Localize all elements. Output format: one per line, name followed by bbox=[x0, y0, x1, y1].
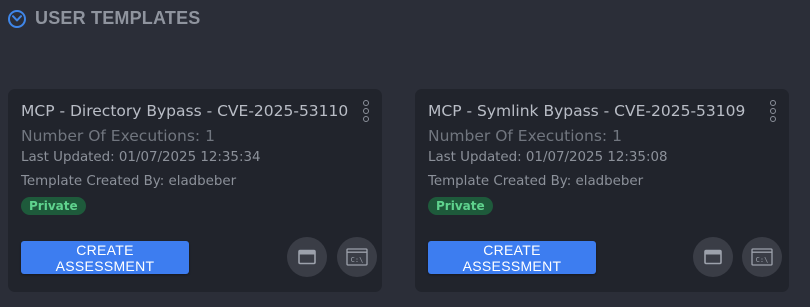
chevron-down-icon[interactable] bbox=[8, 9, 26, 28]
last-updated: Last Updated: 01/07/2025 12:35:08 bbox=[428, 150, 668, 165]
last-updated: Last Updated: 01/07/2025 12:35:34 bbox=[21, 150, 261, 165]
created-by: Template Created By: eladbeber bbox=[428, 174, 644, 189]
more-options-icon[interactable] bbox=[769, 100, 777, 122]
created-by: Template Created By: eladbeber bbox=[21, 174, 237, 189]
card-title: MCP - Symlink Bypass - CVE-2025-53109 bbox=[428, 102, 746, 120]
window-icon[interactable] bbox=[287, 237, 327, 277]
card-title: MCP - Directory Bypass - CVE-2025-53110 bbox=[21, 102, 349, 120]
section-title: USER TEMPLATES bbox=[35, 8, 201, 28]
terminal-glyph: C:\ bbox=[756, 256, 769, 264]
template-card: MCP - Symlink Bypass - CVE-2025-53109 Nu… bbox=[415, 89, 789, 292]
section-header: USER TEMPLATES bbox=[8, 8, 200, 29]
terminal-glyph: C:\ bbox=[351, 256, 364, 264]
executions-count: Number Of Executions: 1 bbox=[21, 127, 215, 145]
terminal-icon[interactable]: C:\ bbox=[337, 237, 377, 277]
terminal-icon[interactable]: C:\ bbox=[742, 237, 782, 277]
create-assessment-button[interactable]: CREATE ASSESSMENT bbox=[428, 241, 596, 274]
window-icon[interactable] bbox=[693, 237, 733, 277]
executions-count: Number Of Executions: 1 bbox=[428, 127, 622, 145]
private-badge: Private bbox=[21, 197, 86, 215]
create-assessment-button[interactable]: CREATE ASSESSMENT bbox=[21, 241, 189, 274]
template-card: MCP - Directory Bypass - CVE-2025-53110 … bbox=[8, 89, 382, 292]
private-badge: Private bbox=[428, 197, 493, 215]
more-options-icon[interactable] bbox=[362, 100, 370, 122]
